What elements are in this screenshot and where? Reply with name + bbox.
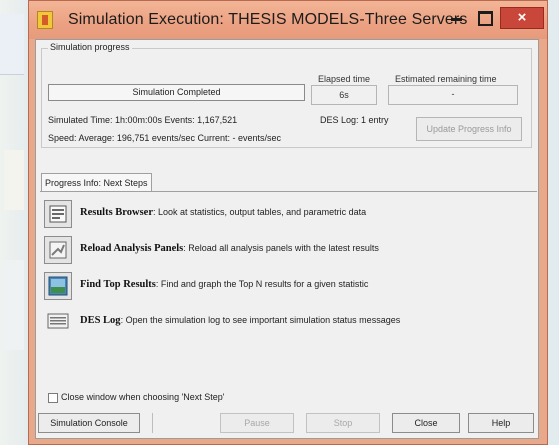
maximize-button[interactable]	[471, 7, 497, 29]
step-des-log[interactable]: DES Log: Open the simulation log to see …	[40, 308, 537, 338]
close-on-next-step-checkbox[interactable]	[48, 392, 58, 403]
remaining-time-label: Estimated remaining time	[395, 74, 497, 84]
elapsed-time-value: 6s	[311, 85, 377, 105]
close-on-next-step-option[interactable]: Close window when choosing 'Next Step'	[48, 392, 225, 403]
update-progress-info-button[interactable]: Update Progress Info	[416, 117, 522, 141]
reload-panels-icon[interactable]	[44, 236, 72, 264]
background-window-fragment	[2, 260, 24, 350]
step-title[interactable]: DES Log	[80, 315, 121, 326]
des-log-entry-count: DES Log: 1 entry	[320, 115, 389, 125]
simulation-execution-window: Simulation Execution: THESIS MODELS-Thre…	[28, 0, 548, 445]
step-description: Results Browser: Look at statistics, out…	[80, 207, 366, 218]
status-progress-bar: Simulation Completed	[48, 84, 305, 101]
step-title[interactable]: Reload Analysis Panels	[80, 243, 183, 254]
desktop-background-right	[548, 0, 559, 445]
simulation-progress-group: Simulation progress Simulation Completed…	[41, 42, 532, 148]
minimize-button[interactable]	[443, 7, 469, 29]
simulated-time-text: Simulated Time: 1h:00m:00s Events: 1,167…	[48, 115, 238, 125]
next-steps-panel: Results Browser: Look at statistics, out…	[40, 191, 537, 388]
elapsed-time-label: Elapsed time	[318, 74, 371, 84]
speed-text: Speed: Average: 196,751 events/sec Curre…	[48, 133, 281, 143]
dialog-client-area: Simulation progress Simulation Completed…	[35, 39, 539, 439]
help-button[interactable]: Help	[468, 413, 534, 433]
step-detail: : Find and graph the Top N results for a…	[155, 279, 369, 289]
step-find-top-results[interactable]: Find Top Results: Find and graph the Top…	[40, 272, 537, 302]
des-log-icon[interactable]	[44, 308, 72, 336]
step-title[interactable]: Find Top Results	[80, 279, 156, 290]
background-window-fragment	[0, 14, 24, 75]
step-description: Reload Analysis Panels: Reload all analy…	[80, 243, 379, 254]
step-reload-analysis-panels[interactable]: Reload Analysis Panels: Reload all analy…	[40, 236, 537, 266]
close-window-button[interactable]: ×	[500, 7, 544, 29]
simulation-console-button[interactable]: Simulation Console	[38, 413, 140, 433]
results-browser-icon[interactable]	[44, 200, 72, 228]
group-label: Simulation progress	[48, 42, 132, 52]
separator	[152, 413, 153, 433]
title-bar[interactable]: Simulation Execution: THESIS MODELS-Thre…	[29, 1, 547, 39]
step-description: Find Top Results: Find and graph the Top…	[80, 279, 368, 290]
close-button[interactable]: Close	[392, 413, 460, 433]
remaining-time-value: -	[388, 85, 518, 105]
pause-button[interactable]: Pause	[220, 413, 294, 433]
step-description: DES Log: Open the simulation log to see …	[80, 315, 400, 326]
step-detail: : Reload all analysis panels with the la…	[183, 243, 379, 253]
desktop-background-left	[0, 0, 28, 445]
step-detail: : Look at statistics, output tables, and…	[153, 207, 367, 217]
tab-next-steps[interactable]: Progress Info: Next Steps	[41, 173, 152, 191]
top-results-icon[interactable]	[44, 272, 72, 300]
step-title[interactable]: Results Browser	[80, 207, 153, 218]
window-title: Simulation Execution: THESIS MODELS-Thre…	[68, 11, 468, 28]
background-window-fragment	[4, 150, 24, 210]
checkbox-label: Close window when choosing 'Next Step'	[61, 392, 225, 402]
app-icon	[37, 11, 53, 29]
step-results-browser[interactable]: Results Browser: Look at statistics, out…	[40, 200, 537, 230]
step-detail: : Open the simulation log to see importa…	[120, 315, 401, 325]
stop-button[interactable]: Stop	[306, 413, 380, 433]
